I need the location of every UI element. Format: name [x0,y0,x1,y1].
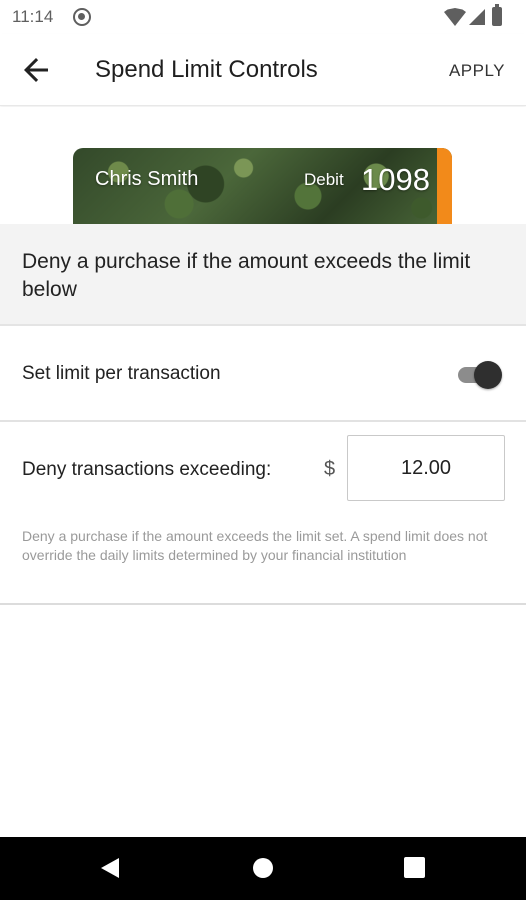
limit-amount-input[interactable] [347,435,505,501]
toggle-thumb [474,361,502,389]
square-recents-icon[interactable] [404,857,425,878]
limit-amount-row: Deny transactions exceeding: $ Deny a pu… [0,423,526,605]
card-holder-name: Chris Smith [95,168,199,190]
debit-card[interactable]: Chris Smith Debit 1098 [73,148,452,224]
circle-home-icon[interactable] [253,858,273,878]
limit-help-text: Deny a purchase if the amount exceeds th… [22,528,488,563]
system-nav-bar [0,837,526,900]
battery-icon [492,4,502,26]
back-button[interactable] [18,52,54,88]
limit-label: Deny transactions exceeding: [22,459,272,480]
app-bar: Spend Limit Controls APPLY [0,34,526,106]
set-limit-label: Set limit per transaction [22,363,221,384]
card-type: Debit [304,170,344,189]
status-time: 11:14 [12,7,54,26]
card-accent-stripe [437,148,452,224]
arrow-left-icon [24,58,48,82]
triangle-back-icon[interactable] [101,858,119,878]
status-bar: 11:14 [0,0,526,34]
card-last4: 1098 [361,162,430,197]
set-limit-row: Set limit per transaction [0,327,526,422]
card-area: Chris Smith Debit 1098 [0,107,526,224]
wifi-icon [444,8,466,26]
apply-button[interactable]: APPLY [449,61,505,81]
at-sign-icon [73,8,91,26]
info-banner: Deny a purchase if the amount exceeds th… [0,224,526,326]
page-title: Spend Limit Controls [95,56,318,83]
signal-icon [469,9,485,25]
info-banner-text: Deny a purchase if the amount exceeds th… [22,250,471,301]
status-icons [444,4,514,27]
currency-sign: $ [324,458,336,480]
set-limit-toggle[interactable] [456,361,502,389]
